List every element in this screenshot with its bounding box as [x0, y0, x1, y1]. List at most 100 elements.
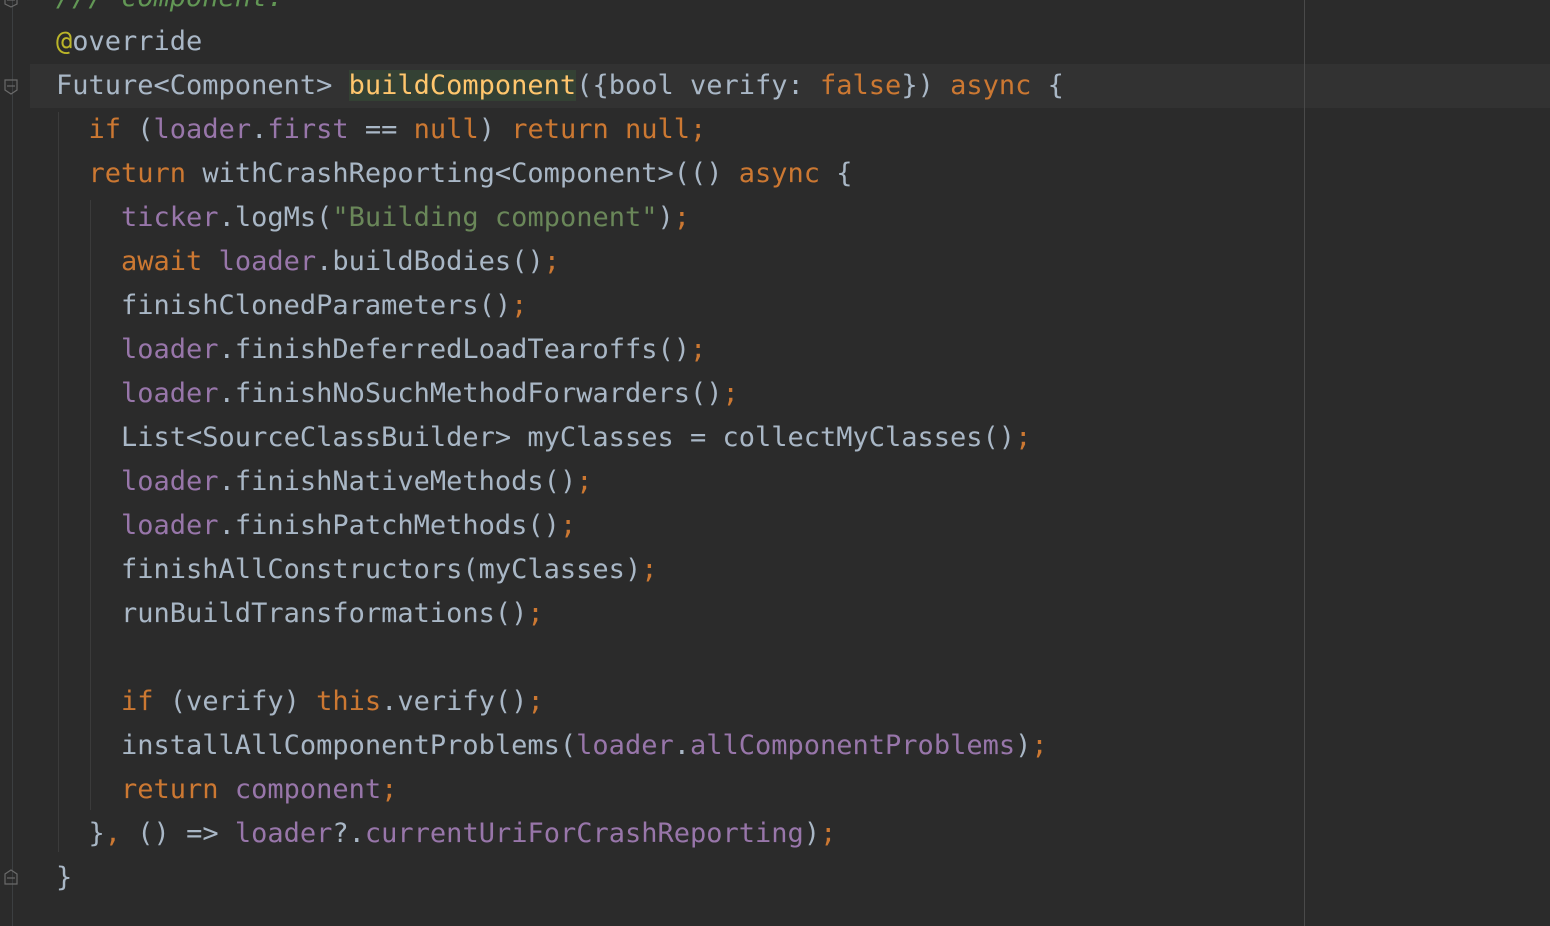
code-token: withCrashReporting<Component>(() [186, 158, 739, 189]
code-token: ) [657, 202, 674, 233]
code-token: loader [153, 114, 252, 145]
code-token: ; [1031, 730, 1048, 761]
code-token: if [121, 686, 154, 717]
code-line[interactable]: @override [56, 20, 202, 64]
code-token: () => [121, 818, 235, 849]
code-line[interactable]: } [56, 856, 72, 900]
code-token: ; [576, 466, 593, 497]
code-line[interactable]: runBuildTransformations(); [56, 592, 544, 636]
code-token: ; [690, 114, 707, 145]
code-token: .finishDeferredLoadTearoffs() [218, 334, 690, 365]
code-token: .buildBodies() [316, 246, 544, 277]
code-token: } [56, 818, 105, 849]
code-line[interactable]: if (verify) this.verify(); [56, 680, 544, 724]
code-token: loader [218, 246, 317, 277]
code-token: await [121, 246, 203, 277]
code-token: } [56, 862, 73, 893]
code-line[interactable]: finishAllConstructors(myClasses); [56, 548, 657, 592]
code-token: , [104, 818, 122, 849]
code-token: loader [121, 466, 219, 497]
code-line[interactable]: loader.finishNoSuchMethodForwarders(); [56, 372, 739, 416]
code-token: ; [527, 686, 544, 717]
code-token: @ [56, 26, 73, 57]
code-token: (verify) [153, 686, 317, 717]
code-token: async [950, 70, 1032, 101]
code-token: ; [559, 510, 577, 541]
code-token: ) [803, 818, 821, 849]
code-line[interactable]: if (loader.first == null) return null; [56, 108, 707, 152]
code-line[interactable]: loader.finishNativeMethods(); [56, 460, 592, 504]
code-token: loader [121, 378, 219, 409]
code-token: ?. [332, 818, 365, 849]
code-line[interactable]: ticker.logMs("Building component"); [56, 196, 690, 240]
code-token: return [88, 158, 187, 189]
code-editor[interactable]: /// component.@overrideFuture<Component>… [0, 0, 1550, 926]
code-line[interactable]: loader.finishDeferredLoadTearoffs(); [56, 328, 706, 372]
code-token: component [234, 774, 382, 805]
code-token: ; [527, 598, 544, 629]
code-token: ; [1015, 422, 1032, 453]
code-token: .verify() [381, 686, 528, 717]
code-token: buildComponent [348, 70, 577, 101]
code-line[interactable]: Future<Component> buildComponent({bool v… [56, 64, 1064, 108]
code-token: currentUriForCrashReporting [364, 818, 804, 849]
code-token: List<SourceClassBuilder> myClasses = col… [56, 422, 1016, 453]
code-line[interactable]: return withCrashReporting<Component>(() … [56, 152, 853, 196]
code-token: . [673, 730, 690, 761]
code-token: null [413, 114, 479, 145]
code-token: .finishNativeMethods() [218, 466, 577, 497]
code-token: loader [576, 730, 674, 761]
code-token: runBuildTransformations() [56, 598, 528, 629]
code-token: finishAllConstructors(myClasses) [56, 554, 642, 585]
code-token: return null [511, 114, 691, 145]
code-token: override [72, 26, 203, 57]
code-token: ; [511, 290, 528, 321]
code-token: ({bool verify: [576, 70, 821, 101]
code-line[interactable]: }, () => loader?.currentUriForCrashRepor… [56, 812, 837, 856]
code-token: first [267, 114, 349, 145]
code-token: if [88, 114, 122, 145]
code-token: ( [121, 114, 154, 145]
code-token: ; [381, 774, 398, 805]
code-token: { [1031, 70, 1064, 101]
code-token: ; [641, 554, 658, 585]
code-line[interactable]: installAllComponentProblems(loader.allCo… [56, 724, 1048, 768]
code-token: loader [121, 510, 219, 541]
code-token: loader [234, 818, 333, 849]
code-token: { [820, 158, 853, 189]
code-token: . [251, 114, 268, 145]
code-token: false [820, 70, 902, 101]
code-token: ; [689, 334, 707, 365]
code-line[interactable]: /// component. [56, 0, 284, 20]
code-token: this [316, 686, 382, 717]
code-token: ; [722, 378, 739, 409]
code-line[interactable]: List<SourceClassBuilder> myClasses = col… [56, 416, 1031, 460]
code-token: .finishNoSuchMethodForwarders() [218, 378, 723, 409]
code-line[interactable]: finishClonedParameters(); [56, 284, 527, 328]
code-token: ; [820, 818, 837, 849]
code-token: Future<Component> [56, 70, 349, 101]
code-line[interactable]: loader.finishPatchMethods(); [56, 504, 576, 548]
code-line[interactable]: await loader.buildBodies(); [56, 240, 560, 284]
fold-collapse-icon[interactable] [3, 78, 19, 96]
right-margin-guide [1304, 0, 1305, 926]
code-token: ticker [121, 202, 219, 233]
fold-collapse-icon[interactable] [3, 0, 19, 12]
code-token: "Building component" [332, 202, 658, 233]
fold-expand-icon[interactable] [3, 868, 19, 886]
code-token: }) [901, 70, 951, 101]
code-token: ; [543, 246, 560, 277]
code-line[interactable]: return component; [56, 768, 397, 812]
code-token: loader [121, 334, 219, 365]
